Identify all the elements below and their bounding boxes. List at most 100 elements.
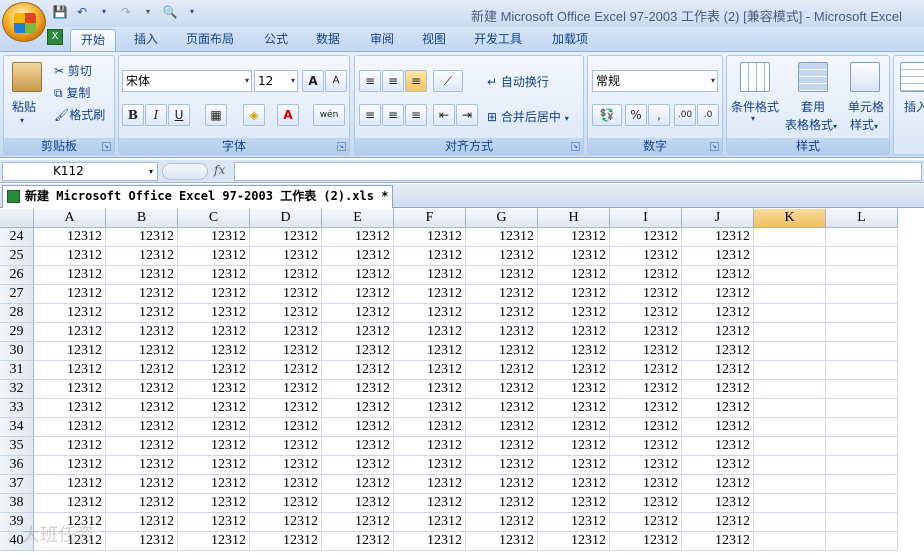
cell[interactable] (754, 418, 826, 437)
column-header-d[interactable]: D (250, 209, 322, 228)
increase-decimal-button[interactable]: .00 (674, 104, 696, 126)
print-preview-icon[interactable]: 🔍 (162, 4, 178, 20)
alignment-launcher-icon[interactable]: ↘ (571, 142, 580, 151)
cell-styles-line1[interactable]: 单元格 (848, 98, 884, 115)
paste-dropdown-icon[interactable]: ▾ (20, 116, 24, 125)
cell[interactable]: 12312 (34, 380, 106, 399)
currency-icon[interactable]: 💱 (592, 104, 622, 126)
font-launcher-icon[interactable]: ↘ (337, 142, 346, 151)
select-all-corner[interactable] (0, 209, 34, 228)
cell[interactable]: 12312 (466, 418, 538, 437)
cell[interactable]: 12312 (610, 494, 682, 513)
cell[interactable]: 12312 (394, 399, 466, 418)
cell[interactable] (826, 342, 898, 361)
tab-review[interactable]: 审阅 (360, 29, 404, 51)
cell[interactable] (754, 247, 826, 266)
office-button[interactable] (2, 2, 46, 42)
worksheet-grid[interactable]: A B C D E F G H I J K L 24 12312 12312 12312 12312 12312 1… (0, 209, 924, 555)
cell[interactable]: 12312 (610, 532, 682, 551)
align-left-icon[interactable]: ≡ (359, 104, 381, 126)
cell[interactable]: 12312 (538, 399, 610, 418)
cell[interactable]: 12312 (682, 266, 754, 285)
cell[interactable]: 12312 (466, 475, 538, 494)
cell[interactable]: 12312 (682, 380, 754, 399)
cell[interactable]: 12312 (106, 323, 178, 342)
cell[interactable] (826, 513, 898, 532)
cell-styles-button[interactable]: 样式▾ (850, 116, 878, 133)
column-header-l[interactable]: L (826, 209, 898, 228)
column-header-g[interactable]: G (466, 209, 538, 228)
customize-qat-icon[interactable]: ▾ (184, 4, 200, 20)
cell[interactable]: 12312 (322, 342, 394, 361)
formula-separator-handle[interactable] (162, 163, 208, 180)
decrease-decimal-button[interactable]: .0 (697, 104, 719, 126)
cell[interactable]: 12312 (610, 304, 682, 323)
cell[interactable]: 12312 (466, 437, 538, 456)
cell[interactable]: 12312 (466, 532, 538, 551)
cell[interactable]: 12312 (106, 513, 178, 532)
cell[interactable]: 12312 (322, 399, 394, 418)
cell[interactable]: 12312 (178, 323, 250, 342)
cell[interactable]: 12312 (322, 418, 394, 437)
cell[interactable]: 12312 (466, 513, 538, 532)
cell[interactable] (826, 418, 898, 437)
row-header[interactable]: 25 (0, 247, 34, 266)
tab-home[interactable]: 开始 (70, 29, 117, 51)
cell[interactable] (754, 494, 826, 513)
bold-button[interactable]: B (122, 104, 144, 126)
borders-icon[interactable]: ▦ (205, 104, 227, 126)
cell[interactable]: 12312 (322, 456, 394, 475)
cell[interactable]: 12312 (682, 513, 754, 532)
cut-button[interactable]: ✂ 剪切 (54, 62, 92, 79)
cell[interactable]: 12312 (178, 304, 250, 323)
cell[interactable]: 12312 (682, 475, 754, 494)
cell[interactable]: 12312 (106, 361, 178, 380)
cell[interactable]: 12312 (250, 532, 322, 551)
cell[interactable]: 12312 (538, 247, 610, 266)
number-format-select[interactable]: 常规 ▾ (592, 70, 718, 92)
cell[interactable]: 12312 (178, 380, 250, 399)
cell[interactable]: 12312 (610, 247, 682, 266)
cell[interactable]: 12312 (682, 323, 754, 342)
row-header[interactable]: 36 (0, 456, 34, 475)
cell[interactable]: 12312 (322, 285, 394, 304)
cell[interactable] (754, 342, 826, 361)
font-color-button[interactable]: A (277, 104, 299, 126)
cell[interactable]: 12312 (394, 361, 466, 380)
cell[interactable]: 12312 (34, 418, 106, 437)
row-header[interactable]: 24 (0, 228, 34, 247)
cell[interactable]: 12312 (682, 418, 754, 437)
cell[interactable]: 12312 (394, 228, 466, 247)
cell[interactable]: 12312 (610, 418, 682, 437)
cell[interactable]: 12312 (394, 475, 466, 494)
align-middle-icon[interactable]: ≡ (382, 70, 404, 92)
cell[interactable]: 12312 (538, 342, 610, 361)
cell[interactable] (826, 304, 898, 323)
tab-page-layout[interactable]: 页面布局 (176, 29, 244, 51)
tab-addins[interactable]: 加载项 (542, 29, 598, 51)
cell[interactable] (754, 456, 826, 475)
align-right-icon[interactable]: ≡ (405, 104, 427, 126)
cell[interactable]: 12312 (538, 266, 610, 285)
grow-font-button[interactable]: A (302, 70, 324, 92)
cell[interactable]: 12312 (538, 437, 610, 456)
column-header-f[interactable]: F (394, 209, 466, 228)
cell[interactable]: 12312 (394, 323, 466, 342)
cell[interactable]: 12312 (34, 456, 106, 475)
conditional-format-button[interactable]: 条件格式 (731, 98, 779, 115)
cell[interactable]: 12312 (178, 399, 250, 418)
merge-center-button[interactable]: ⊞ 合并后居中 ▾ (487, 108, 569, 125)
cell[interactable]: 12312 (394, 532, 466, 551)
cell[interactable] (826, 266, 898, 285)
row-header[interactable]: 28 (0, 304, 34, 323)
cell[interactable]: 12312 (610, 285, 682, 304)
cell[interactable]: 12312 (34, 342, 106, 361)
row-header[interactable]: 29 (0, 323, 34, 342)
number-launcher-icon[interactable]: ↘ (710, 142, 719, 151)
formula-input[interactable] (234, 162, 922, 181)
shrink-font-button[interactable]: A (325, 70, 347, 92)
percent-button[interactable]: % (625, 104, 647, 126)
cell[interactable]: 12312 (682, 532, 754, 551)
cell[interactable]: 12312 (250, 266, 322, 285)
redo-dropdown-icon[interactable]: ▾ (140, 4, 156, 20)
